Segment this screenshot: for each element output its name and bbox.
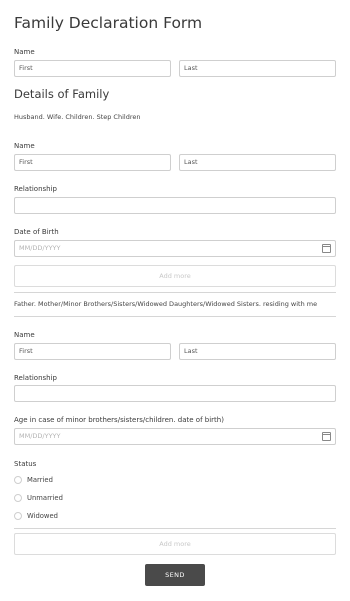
dob-placeholder: MM/DD/YYYY (19, 244, 61, 252)
family-last-name-input[interactable]: Last (179, 154, 336, 171)
family-section-description: Husband. Wife. Children. Step Children (14, 113, 141, 121)
last-name-input[interactable]: Last (179, 60, 336, 77)
dependents-divider (14, 316, 336, 317)
family-first-name-input[interactable]: First (14, 154, 171, 171)
age-label: Age in case of minor brothers/sisters/ch… (14, 416, 224, 424)
radio-married[interactable] (14, 476, 22, 484)
dependents-description: Father. Mother/Minor Brothers/Sisters/Wi… (14, 300, 318, 308)
radio-unmarried[interactable] (14, 494, 22, 502)
calendar-icon[interactable] (322, 432, 331, 441)
dob-input[interactable]: MM/DD/YYYY (14, 240, 336, 257)
family-add-more-button[interactable]: Add more (14, 265, 336, 287)
status-option-label: Married (27, 476, 53, 484)
status-option-married[interactable]: Married (14, 475, 53, 485)
calendar-icon[interactable] (322, 244, 331, 253)
page-title: Family Declaration Form (14, 14, 203, 32)
status-divider (14, 528, 336, 529)
status-label: Status (14, 460, 37, 468)
name-label: Name (14, 48, 35, 56)
dependent-relationship-label: Relationship (14, 374, 57, 382)
family-relationship-input[interactable] (14, 197, 336, 214)
dependent-name-label: Name (14, 331, 35, 339)
status-option-label: Unmarried (27, 494, 63, 502)
age-dob-input[interactable]: MM/DD/YYYY (14, 428, 336, 445)
family-name-label: Name (14, 142, 35, 150)
section-divider (14, 292, 336, 293)
status-option-unmarried[interactable]: Unmarried (14, 493, 63, 503)
family-section-title: Details of Family (14, 87, 110, 101)
dependent-relationship-input[interactable] (14, 385, 336, 402)
age-dob-placeholder: MM/DD/YYYY (19, 432, 61, 440)
dob-label: Date of Birth (14, 228, 59, 236)
status-option-label: Widowed (27, 512, 58, 520)
status-option-widowed[interactable]: Widowed (14, 511, 58, 521)
dependent-last-name-input[interactable]: Last (179, 343, 336, 360)
send-button[interactable]: SEND (145, 564, 205, 586)
family-relationship-label: Relationship (14, 185, 57, 193)
radio-widowed[interactable] (14, 512, 22, 520)
first-name-input[interactable]: First (14, 60, 171, 77)
dependent-first-name-input[interactable]: First (14, 343, 171, 360)
dependents-add-more-button[interactable]: Add more (14, 533, 336, 555)
